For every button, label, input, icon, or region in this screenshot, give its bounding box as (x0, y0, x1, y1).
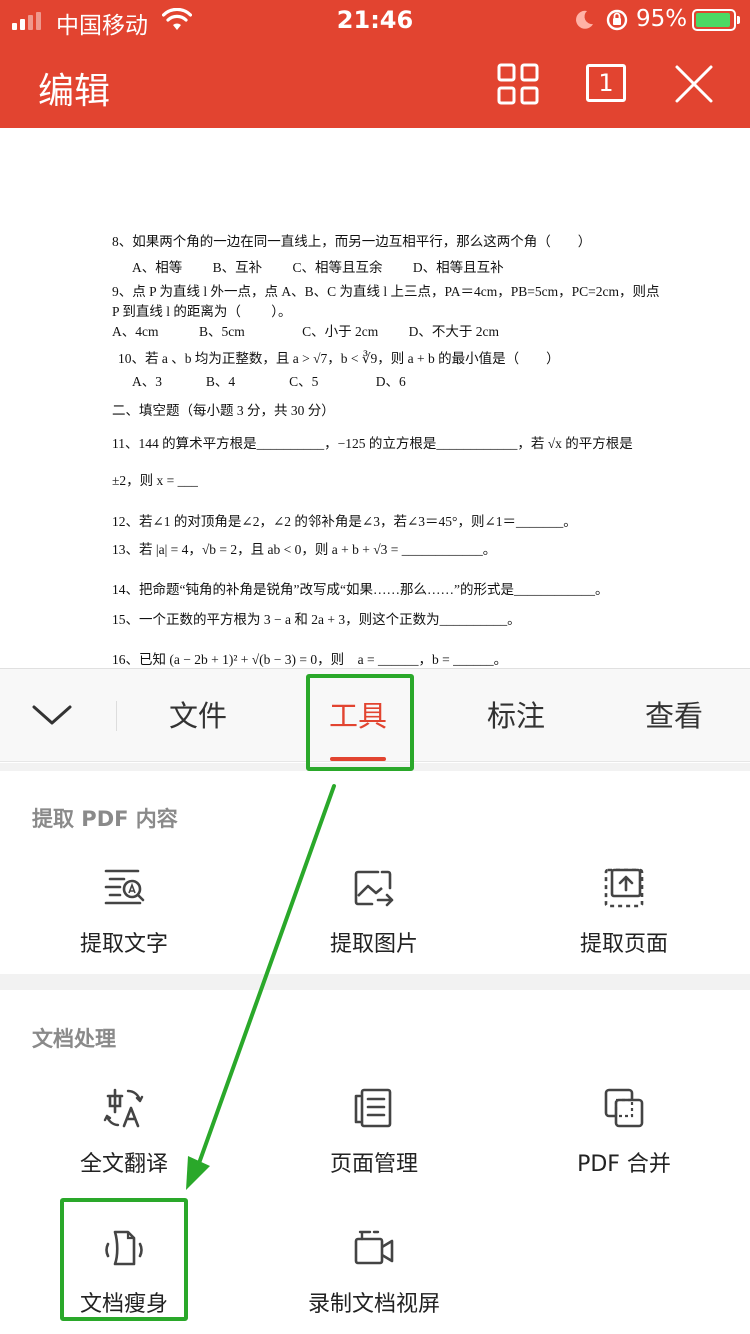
tool-label: 提取页面 (579, 932, 668, 957)
tool-label: 提取文字 (79, 932, 168, 957)
page-title: 编辑 (38, 71, 111, 112)
divider (0, 974, 750, 990)
tool-label: 全文翻译 (79, 1152, 168, 1177)
highlight-box-tools-tab (306, 674, 414, 771)
page-number-icon: 1 (586, 64, 626, 102)
doc-line: A、3 B、4 C、5 D、6 (132, 374, 406, 389)
pdf-merge-icon (604, 1088, 644, 1128)
collapse-button[interactable] (24, 691, 80, 741)
doc-line: 16、已知 (a − 2b + 1)² + √(b − 3) = 0，则 a =… (112, 652, 508, 667)
tool-label: PDF 合并 (577, 1152, 671, 1177)
doc-line: P 到直线 l 的距离为（ ）。 (112, 304, 292, 319)
chevron-down-icon (32, 705, 72, 725)
page-manage-icon (354, 1088, 392, 1128)
extract-text-icon (104, 869, 145, 905)
doc-line: A、相等 B、互补 C、相等且互余 D、相等且互补 (132, 260, 504, 275)
doc-line: 14、把命题“钝角的补角是锐角”改写成“如果……那么……”的形式是_______… (112, 582, 609, 597)
doc-line: 15、一个正数的平方根为 3 − a 和 2a + 3，则这个正数为______… (112, 612, 521, 627)
top-bar: 中国移动 21:46 95% 编辑 1 (0, 0, 750, 128)
doc-line: 8、如果两个角的一边在同一直线上，而另一边互相平行，那么这两个角（ ） (112, 234, 592, 249)
extract-image-icon (354, 870, 394, 907)
pdf-merge-button[interactable]: PDF 合并 (524, 1086, 724, 1178)
tool-label: 录制文档视屏 (307, 1292, 440, 1317)
page-number-button[interactable]: 1 (584, 62, 628, 106)
battery-icon (692, 9, 740, 31)
document-preview[interactable]: 8、如果两个角的一边在同一直线上，而另一边互相平行，那么这两个角（ ） A、相等… (0, 128, 750, 668)
extract-text-button[interactable]: 提取文字 (24, 866, 224, 958)
doc-line: 9、点 P 为直线 l 外一点，点 A、B、C 为直线 l 上三点，PA＝4cm… (112, 284, 660, 299)
section-title-document: 文档处理 (32, 1027, 116, 1051)
extract-page-icon (604, 868, 644, 908)
grid-icon (497, 63, 539, 105)
tool-label: 页面管理 (329, 1152, 418, 1177)
grid-view-button[interactable] (496, 62, 540, 106)
doc-line: A、4cm B、5cm C、小于 2cm D、不大于 2cm (112, 324, 499, 339)
section-title-extract: 提取 PDF 内容 (32, 807, 178, 831)
page-count: 1 (598, 69, 614, 97)
extract-image-button[interactable]: 提取图片 (274, 866, 474, 958)
tab-file[interactable]: 文件 (138, 693, 258, 735)
translate-icon (103, 1088, 144, 1128)
record-screen-button[interactable]: 录制文档视屏 (274, 1226, 474, 1318)
moon-icon (576, 10, 593, 29)
doc-line: 13、若 |a| = 4，√b = 2，且 ab < 0，则 a + b + √… (112, 542, 497, 557)
highlight-box-slim-document (60, 1198, 188, 1321)
battery-percent: 95% (636, 6, 688, 32)
page-manage-button[interactable]: 页面管理 (274, 1086, 474, 1178)
close-button[interactable] (672, 62, 716, 106)
rotation-lock-icon (606, 9, 628, 31)
translate-button[interactable]: 全文翻译 (24, 1086, 224, 1178)
doc-line: 12、若∠1 的对顶角是∠2，∠2 的邻补角是∠3，若∠3＝45°，则∠1＝__… (112, 514, 577, 529)
tool-label: 提取图片 (329, 932, 418, 957)
doc-line: 11、144 的算术平方根是__________，−125 的立方根是_____… (112, 436, 633, 451)
record-screen-icon (354, 1230, 394, 1265)
divider (116, 701, 117, 731)
doc-line: 10、若 a 、b 均为正整数，且 a > √7，b < ∛9，则 a + b … (118, 351, 560, 366)
tab-view[interactable]: 查看 (614, 693, 734, 735)
close-icon (675, 65, 713, 103)
doc-line: 二、填空题（每小题 3 分，共 30 分） (112, 403, 335, 418)
status-bar: 中国移动 21:46 95% (0, 0, 750, 40)
extract-page-button[interactable]: 提取页面 (524, 866, 724, 958)
tab-annotate[interactable]: 标注 (456, 693, 576, 735)
doc-line: ±2，则 x = ___ (112, 473, 198, 488)
